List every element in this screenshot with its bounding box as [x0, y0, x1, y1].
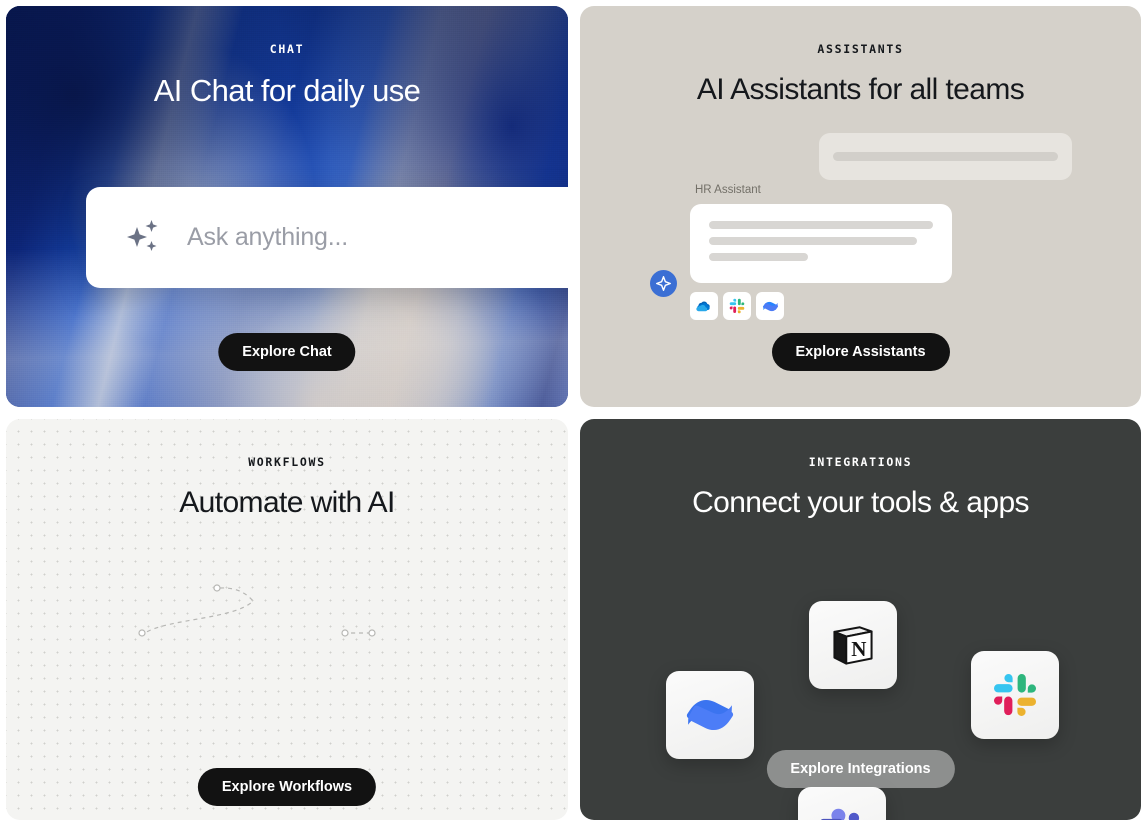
- skeleton-line: [709, 237, 918, 245]
- assistants-panel: ASSISTANTS AI Assistants for all teams H…: [580, 6, 1141, 407]
- skeleton-line: [709, 253, 808, 261]
- teams-icon[interactable]: T: [798, 787, 886, 820]
- integrations-panel: INTEGRATIONS Connect your tools & apps N: [580, 419, 1141, 820]
- onedrive-icon[interactable]: [690, 292, 718, 320]
- sparkles-icon: [123, 214, 165, 261]
- workflows-cell: WORKFLOWS Automate with AI Explore Workf…: [0, 413, 574, 826]
- feature-card-grid: CHAT AI Chat for daily use Ask anything.…: [0, 0, 1147, 826]
- assistant-app-row: [690, 292, 784, 320]
- integrations-cell: INTEGRATIONS Connect your tools & apps N: [574, 413, 1147, 826]
- skeleton-line: [709, 221, 933, 229]
- assistants-eyebrow: ASSISTANTS: [817, 42, 904, 56]
- confluence-icon[interactable]: [666, 671, 754, 759]
- chat-input-placeholder[interactable]: Ask anything...: [187, 223, 348, 252]
- chat-ask-bar[interactable]: Ask anything...: [86, 187, 568, 288]
- svg-text:N: N: [851, 637, 866, 661]
- confluence-icon[interactable]: [756, 292, 784, 320]
- explore-integrations-button[interactable]: Explore Integrations: [766, 750, 955, 788]
- assistant-card-label: HR Assistant: [695, 184, 761, 196]
- chat-panel: CHAT AI Chat for daily use Ask anything.…: [6, 6, 568, 407]
- assistant-query-skeleton: [819, 133, 1072, 180]
- slack-icon[interactable]: [723, 292, 751, 320]
- slack-icon[interactable]: [971, 651, 1059, 739]
- sparkle-badge-icon: [650, 270, 677, 297]
- chat-title: AI Chat for daily use: [153, 73, 421, 108]
- chat-cell: CHAT AI Chat for daily use Ask anything.…: [0, 0, 574, 413]
- explore-workflows-button[interactable]: Explore Workflows: [197, 768, 377, 806]
- chat-eyebrow: CHAT: [269, 42, 305, 56]
- assistants-cell: ASSISTANTS AI Assistants for all teams H…: [574, 0, 1147, 413]
- workflows-eyebrow: WORKFLOWS: [248, 455, 326, 469]
- integrations-title: Connect your tools & apps: [692, 486, 1029, 519]
- explore-chat-button[interactable]: Explore Chat: [218, 333, 356, 371]
- assistant-response-card: [690, 204, 952, 283]
- workflows-title: Automate with AI: [179, 486, 395, 519]
- skeleton-bar: [833, 152, 1058, 161]
- workflows-panel: WORKFLOWS Automate with AI Explore Workf…: [6, 419, 568, 820]
- integrations-eyebrow: INTEGRATIONS: [808, 455, 913, 469]
- assistants-title: AI Assistants for all teams: [696, 73, 1025, 106]
- explore-assistants-button[interactable]: Explore Assistants: [771, 333, 950, 371]
- notion-icon[interactable]: N: [809, 601, 897, 689]
- workflow-connectors: [138, 584, 376, 637]
